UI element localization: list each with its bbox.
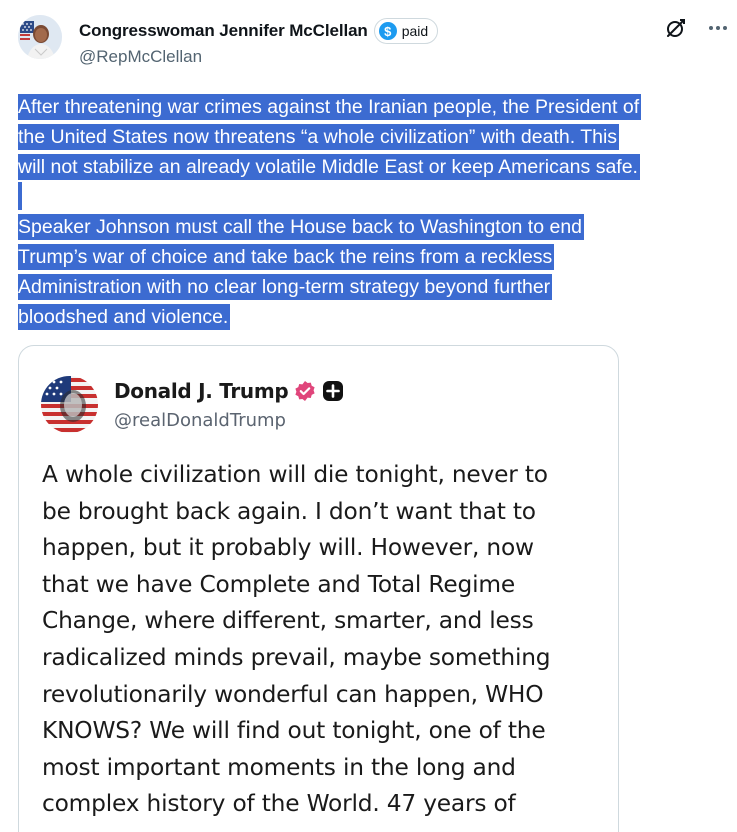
tweet-text[interactable]: After threatening war crimes against the…: [18, 92, 730, 332]
quoted-body-line: A whole civilization will die tonight, n…: [42, 461, 548, 488]
quoted-body-line: be brought back again. I don’t want that…: [42, 497, 536, 525]
tweet-header: Congresswoman Jennifer McClellan $ paid …: [18, 12, 730, 72]
tweet-line: the United States now threatens “a whole…: [18, 124, 620, 150]
tweet-line: Speaker Johnson must call the House back…: [18, 214, 585, 240]
quoted-body-line: radicalized minds prevail, maybe somethi…: [42, 643, 551, 671]
quoted-author-avatar: [41, 376, 98, 433]
grok-icon[interactable]: [664, 16, 688, 40]
quoted-body-line: complex history of the World. 47 years o…: [42, 790, 516, 818]
tweet-paragraph-1: After threatening war crimes against the…: [18, 92, 730, 182]
tweet-line: After threatening war crimes against the…: [18, 94, 642, 120]
tweet-line: will not stabilize an already volatile M…: [18, 154, 640, 180]
tweet-line: Trump’s war of choice and take back the …: [18, 244, 555, 270]
quoted-name-row: Donald J. Trump: [114, 379, 344, 403]
author-info: Congresswoman Jennifer McClellan $ paid …: [79, 18, 439, 67]
more-icon[interactable]: [706, 16, 730, 40]
author-name[interactable]: Congresswoman Jennifer McClellan: [79, 21, 368, 41]
quoted-author-name: Donald J. Trump: [114, 379, 289, 403]
paid-badge[interactable]: $ paid: [373, 18, 439, 44]
verified-badge-icon: [294, 380, 316, 402]
quoted-body-line: most important moments in the long and: [42, 753, 516, 781]
tweet-line: bloodshed and violence.: [18, 304, 231, 330]
author-avatar[interactable]: [18, 15, 62, 59]
tweet-actions-top: [664, 16, 730, 40]
quoted-body-line: KNOWS? We will find out tonight, one of …: [42, 717, 546, 745]
quoted-body-line: Change, where different, smarter, and le…: [42, 607, 534, 635]
quoted-post-body: A whole civilization will die tonight, n…: [42, 457, 602, 823]
tweet-line: Administration with no clear long-term s…: [18, 274, 553, 300]
quoted-body-line: that we have Complete and Total Regime: [42, 570, 515, 598]
follow-plus-icon: [322, 380, 344, 402]
paid-badge-label: paid: [401, 23, 429, 39]
dollar-icon: $: [378, 22, 397, 40]
quoted-author-handle: @realDonaldTrump: [114, 410, 286, 431]
quoted-body-line: happen, but it probably will. However, n…: [42, 534, 534, 562]
tweet-paragraph-2: Speaker Johnson must call the House back…: [18, 212, 730, 332]
quoted-body-line: revolutionarily wonderful can happen, WH…: [42, 680, 544, 708]
quoted-post-image[interactable]: Donald J. Trump @realDonaldTrump A whole…: [18, 345, 619, 832]
author-handle[interactable]: @RepMcClellan: [79, 47, 438, 67]
